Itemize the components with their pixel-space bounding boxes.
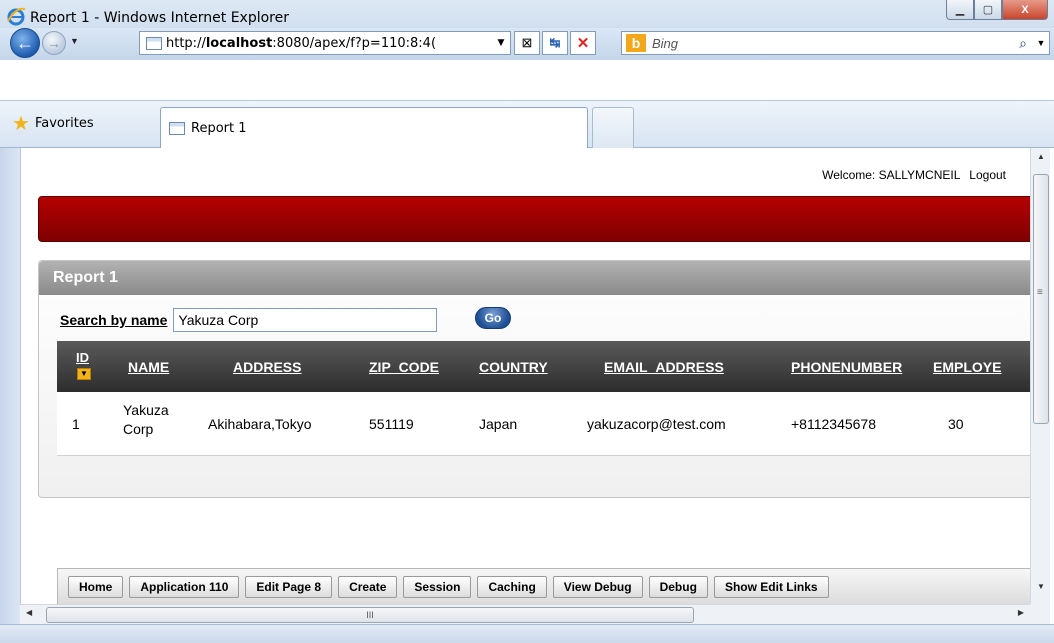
navigation-bar: ← → ▼ http://localhost:8080/apex/f?p=110… (0, 28, 1054, 60)
search-placeholder[interactable]: Bing (652, 36, 1013, 51)
dev-create-button[interactable]: Create (338, 575, 398, 598)
report-region: Report 1 Search by name Yakuza Corp Go I… (38, 260, 1030, 498)
table-header: ID ▼ NAME ADDRESS ZIP_CODE COUNTRY EMAIL… (57, 341, 1030, 392)
favorites-button[interactable]: ★ Favorites (12, 113, 94, 133)
dev-debug-button[interactable]: Debug (648, 575, 708, 598)
page-viewport: Welcome: SALLYMCNEIL Logout Report 1 Sea… (20, 148, 1030, 604)
stop-icon: ✕ (576, 35, 590, 52)
tab-report-1[interactable]: Report 1 (160, 107, 588, 149)
column-header-zip-code[interactable]: ZIP_CODE (369, 359, 439, 375)
close-button[interactable]: X (1002, 0, 1048, 20)
scroll-left-icon[interactable]: ◀ (26, 608, 32, 617)
search-box[interactable]: b Bing ⌕ ▼ (621, 31, 1050, 55)
favorites-tab-bar: ★ Favorites Report 1 (0, 100, 1054, 149)
maximize-icon: ▢ (982, 4, 994, 16)
refresh-icon: ↹ (549, 35, 561, 50)
column-header-employees[interactable]: EMPLOYE (933, 359, 1001, 375)
dev-show-edit-links-button[interactable]: Show Edit Links (713, 575, 829, 598)
cell-address: Akihabara,Tokyo (208, 416, 312, 432)
cell-name-line1: Yakuza (123, 402, 169, 418)
dev-caching-button[interactable]: Caching (477, 575, 547, 598)
window-frame-left (0, 148, 20, 624)
internet-explorer-icon (7, 7, 26, 26)
search-dropdown-icon[interactable]: ▼ (1033, 38, 1049, 48)
bing-icon: b (626, 34, 646, 52)
status-bar (0, 624, 1054, 643)
scroll-down-icon[interactable]: ▼ (1031, 582, 1051, 600)
column-header-email-address[interactable]: EMAIL_ADDRESS (604, 359, 724, 375)
dev-edit-page-button[interactable]: Edit Page 8 (245, 575, 333, 598)
developer-toolbar: Home Application 110 Edit Page 8 Create … (57, 568, 1030, 604)
vertical-scroll-thumb[interactable]: ≡ (1033, 174, 1049, 424)
scroll-up-icon[interactable]: ▲ (1031, 152, 1051, 170)
scroll-grip-icon: III (366, 610, 374, 620)
back-arrow-icon: ← (16, 32, 34, 53)
refresh-button[interactable]: ↹ (542, 31, 568, 55)
forward-arrow-icon: → (47, 35, 61, 51)
stop-button[interactable]: ✕ (570, 31, 596, 55)
horizontal-scrollbar[interactable]: ◀ III ▶ (20, 604, 1030, 624)
cell-employees: 30 (948, 416, 964, 432)
cell-email: yakuzacorp@test.com (587, 416, 726, 432)
logout-link[interactable]: Logout (969, 168, 1006, 182)
sort-descending-icon[interactable]: ▼ (77, 368, 91, 380)
column-header-id[interactable]: ID (76, 350, 89, 365)
welcome-text: Welcome: SALLYMCNEIL (822, 168, 960, 182)
favorites-label: Favorites (34, 115, 94, 131)
address-dropdown-icon[interactable]: ▼ (492, 38, 510, 48)
close-icon: X (1021, 3, 1029, 16)
dev-view-debug-button[interactable]: View Debug (552, 575, 643, 598)
window-title: Report 1 - Windows Internet Explorer (30, 10, 289, 26)
search-input[interactable]: Yakuza Corp (173, 308, 438, 332)
cell-id: 1 (72, 416, 80, 432)
new-tab-button[interactable] (592, 107, 634, 149)
column-header-name[interactable]: NAME (128, 359, 169, 375)
table-row: 1 Yakuza Corp Akihabara,Tokyo 551119 Jap… (57, 392, 1030, 456)
back-button[interactable]: ← (10, 28, 40, 58)
cell-name-line2: Corp (123, 421, 154, 437)
welcome-area: Welcome: SALLYMCNEIL Logout (816, 168, 1006, 182)
cell-country: Japan (479, 416, 518, 432)
vertical-scrollbar[interactable]: ▲ ≡ ▼ (1030, 148, 1050, 604)
horizontal-scroll-thumb[interactable]: III (46, 607, 694, 623)
tab-label: Report 1 (191, 121, 247, 136)
compatibility-view-button[interactable]: ⊠ (514, 31, 540, 55)
maximize-button[interactable]: ▢ (974, 0, 1002, 20)
search-label: Search by name (60, 312, 168, 328)
column-header-country[interactable]: COUNTRY (479, 359, 548, 375)
region-title: Report 1 (39, 261, 1030, 295)
page-icon (146, 36, 162, 50)
compatibility-icon: ⊠ (521, 35, 533, 50)
go-button[interactable]: Go (475, 307, 511, 329)
dev-home-button[interactable]: Home (68, 575, 124, 598)
search-icon[interactable]: ⌕ (1013, 35, 1033, 52)
scroll-right-icon[interactable]: ▶ (1018, 608, 1024, 617)
page-icon (169, 122, 185, 135)
history-dropdown-icon[interactable]: ▼ (70, 36, 79, 46)
column-header-phonenumber[interactable]: PHONENUMBER (791, 359, 902, 375)
address-bar[interactable]: http://localhost:8080/apex/f?p=110:8:4( … (139, 31, 511, 55)
column-header-address[interactable]: ADDRESS (233, 359, 301, 375)
dev-session-button[interactable]: Session (403, 575, 472, 598)
scroll-grip-icon: ≡ (1037, 287, 1043, 298)
header-banner (38, 196, 1030, 242)
cell-phone: +8112345678 (791, 416, 876, 432)
cell-zip-code: 551119 (369, 416, 414, 432)
scrollbar-corner (1030, 604, 1050, 624)
minimize-icon: ▁ (955, 4, 965, 16)
minimize-button[interactable]: ▁ (946, 0, 974, 20)
favorites-star-icon: ★ (12, 111, 30, 135)
forward-button[interactable]: → (42, 31, 66, 55)
dev-application-button[interactable]: Application 110 (129, 575, 240, 598)
address-url[interactable]: http://localhost:8080/apex/f?p=110:8:4( (166, 36, 492, 51)
search-bar: Search by name Yakuza Corp (60, 308, 438, 332)
